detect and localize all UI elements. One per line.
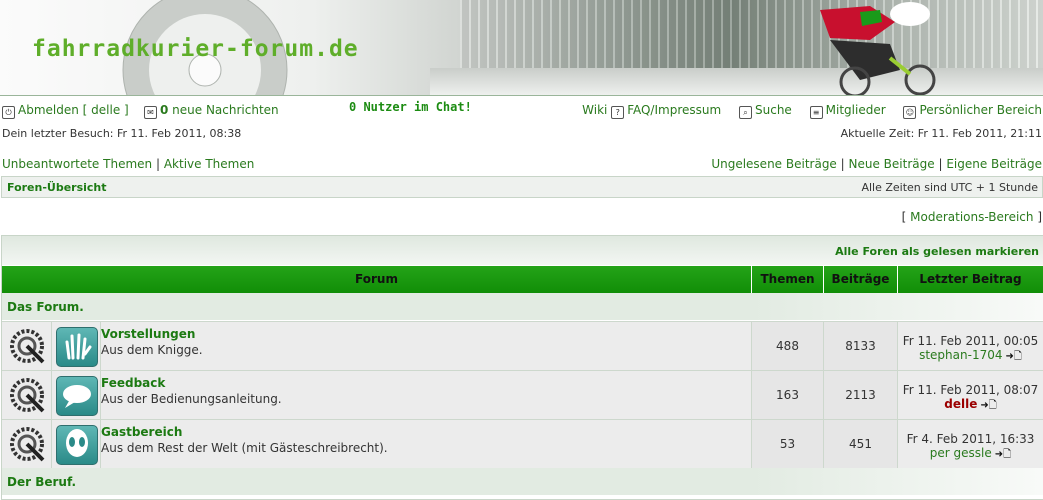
question-icon: ? <box>611 106 625 119</box>
site-logo[interactable]: fahrradkurier-forum.de <box>32 36 359 62</box>
forum-title[interactable]: Vorstellungen <box>101 327 195 341</box>
last-post-cell: Fr 11. Feb 2011, 08:07 delle ➜🗋 <box>898 371 1043 419</box>
active-topics-link[interactable]: Aktive Themen <box>164 157 255 171</box>
user-icon: ☺ <box>903 106 917 119</box>
timezone-note: Alle Zeiten sind UTC + 1 Stunde <box>861 181 1038 194</box>
forum-status-cell <box>2 371 52 419</box>
last-post-author[interactable]: delle <box>944 397 977 411</box>
breadcrumb: Foren-Übersicht Alle Zeiten sind UTC + 1… <box>1 176 1043 198</box>
goto-post-icon[interactable]: ➜🗋 <box>980 398 996 415</box>
last-post-cell: Fr 11. Feb 2011, 00:05 stephan-1704 ➜🗋 <box>898 322 1043 370</box>
list-icon: ≡ <box>809 106 823 119</box>
user-nav-right: Wiki ? FAQ/Impressum ⌕ Suche ≡ Mitglieder ☺… <box>582 103 1042 119</box>
chat-link[interactable]: 0 Nutzer im Chat! <box>349 100 472 114</box>
header-topics: Themen <box>752 266 824 293</box>
unanswered-topics-link[interactable]: Unbeantwortete Themen <box>2 157 152 171</box>
header-forum: Forum <box>2 266 752 293</box>
private-messages-link[interactable]: ✉ 0 neue Nachrichten <box>143 103 279 119</box>
unread-posts-link[interactable]: Ungelesene Beiträge <box>711 157 836 171</box>
forum-table: Alle Foren als gelesen markieren Forum T… <box>1 235 1043 500</box>
category-title[interactable]: Das Forum. <box>7 300 84 314</box>
forum-description: Aus dem Knigge. <box>101 343 203 357</box>
forum-title[interactable]: Feedback <box>101 376 165 390</box>
user-nav-left: ⏻ Abmelden [ delle ] ✉ 0 neue Nachrichten <box>2 103 279 119</box>
forum-row: Vorstellungen Aus dem Knigge. 488 8133 F… <box>2 321 1043 370</box>
bracket-open: [ <box>901 210 907 224</box>
forum-title[interactable]: Gastbereich <box>101 425 182 439</box>
faq-link[interactable]: ? FAQ/Impressum <box>611 103 722 119</box>
mark-all-read-link[interactable]: Alle Foren als gelesen markieren <box>835 245 1039 258</box>
members-label: Mitglieder <box>825 103 886 117</box>
last-post-author[interactable]: stephan-1704 <box>919 348 1002 362</box>
moderation-area: [ Moderations-Bereich ] <box>902 210 1042 224</box>
forum-description: Aus dem Rest der Welt (mit Gästeschreibr… <box>101 441 388 455</box>
bracket-close: ] <box>1037 210 1042 224</box>
forum-name-cell: Vorstellungen Aus dem Knigge. <box>101 322 752 370</box>
speech-bubble-icon <box>56 376 98 416</box>
posts-count: 8133 <box>824 322 898 370</box>
user-nav: ⏻ Abmelden [ delle ] ✉ 0 neue Nachrichten … <box>0 100 1043 119</box>
forum-name-cell: Feedback Aus der Bedienungsanleitung. <box>101 371 752 419</box>
topics-count: 163 <box>752 371 824 419</box>
goto-post-icon[interactable]: ➜🗋 <box>995 447 1011 464</box>
header-banner: fahrradkurier-forum.de <box>0 0 1043 96</box>
category-row: Das Forum. <box>2 293 1043 320</box>
new-posts-link[interactable]: Neue Beiträge <box>849 157 935 171</box>
last-post-date: Fr 4. Feb 2011, 16:33 <box>906 432 1035 446</box>
last-post-date: Fr 11. Feb 2011, 08:07 <box>902 383 1039 397</box>
faq-label: FAQ/Impressum <box>627 103 722 117</box>
current-time: Aktuelle Zeit: Fr 11. Feb 2011, 21:11 <box>840 127 1042 140</box>
goto-post-icon[interactable]: ➜🗋 <box>1005 349 1021 366</box>
last-post-cell: Fr 4. Feb 2011, 16:33 per gessle ➜🗋 <box>898 420 1043 468</box>
envelope-icon: ✉ <box>143 106 157 119</box>
forum-description: Aus der Bedienungsanleitung. <box>101 392 282 406</box>
last-post-author[interactable]: per gessle <box>930 446 992 460</box>
alien-icon <box>56 425 98 465</box>
separator: | <box>155 157 161 171</box>
search-link[interactable]: ⌕ Suche <box>739 103 792 119</box>
wiki-link[interactable]: Wiki <box>582 103 607 117</box>
hand-icon <box>56 327 98 367</box>
own-posts-link[interactable]: Eigene Beiträge <box>946 157 1042 171</box>
chainring-icon <box>10 378 45 413</box>
category-title[interactable]: Der Beruf. <box>7 475 76 489</box>
last-post-date: Fr 11. Feb 2011, 00:05 <box>902 334 1039 348</box>
chainring-icon <box>10 427 45 462</box>
logout-icon: ⏻ <box>2 106 15 119</box>
chainring-icon <box>10 329 45 364</box>
personal-area-link[interactable]: ☺ Persönlicher Bereich <box>903 103 1042 119</box>
moderation-link[interactable]: Moderations-Bereich <box>910 210 1033 224</box>
search-links-right: Ungelesene Beiträge | Neue Beiträge | Ei… <box>711 157 1042 171</box>
search-label: Suche <box>755 103 792 117</box>
forum-image-cell <box>52 371 101 419</box>
forum-index-link[interactable]: Foren-Übersicht <box>7 181 107 194</box>
forum-row: Gastbereich Aus dem Rest der Welt (mit G… <box>2 419 1043 468</box>
pm-label: neue Nachrichten <box>172 103 279 117</box>
members-link[interactable]: ≡ Mitglieder <box>809 103 886 119</box>
forum-image-cell <box>52 322 101 370</box>
search-icon: ⌕ <box>739 106 752 119</box>
pm-count: 0 <box>159 103 169 117</box>
mark-read-row: Alle Foren als gelesen markieren <box>2 236 1043 265</box>
forum-row: Feedback Aus der Bedienungsanleitung. 16… <box>2 370 1043 419</box>
separator: | <box>840 157 845 171</box>
forum-image-cell <box>52 420 101 468</box>
logout-label: Abmelden [ delle ] <box>18 103 129 117</box>
search-links-left: Unbeantwortete Themen | Aktive Themen <box>2 157 254 171</box>
logout-link[interactable]: ⏻ Abmelden [ delle ] <box>2 103 129 119</box>
topics-count: 53 <box>752 420 824 468</box>
personal-area-label: Persönlicher Bereich <box>919 103 1042 117</box>
posts-count: 451 <box>824 420 898 468</box>
last-visit: Dein letzter Besuch: Fr 11. Feb 2011, 08… <box>2 127 242 140</box>
category-row: Der Beruf. <box>2 468 1043 495</box>
forum-status-cell <box>2 322 52 370</box>
separator: | <box>938 157 943 171</box>
posts-count: 2113 <box>824 371 898 419</box>
forum-name-cell: Gastbereich Aus dem Rest der Welt (mit G… <box>101 420 752 468</box>
cyclist-photo <box>820 2 936 95</box>
topics-count: 488 <box>752 322 824 370</box>
header-last-post: Letzter Beitrag <box>898 266 1043 293</box>
forum-status-cell <box>2 420 52 468</box>
header-posts: Beiträge <box>824 266 898 293</box>
